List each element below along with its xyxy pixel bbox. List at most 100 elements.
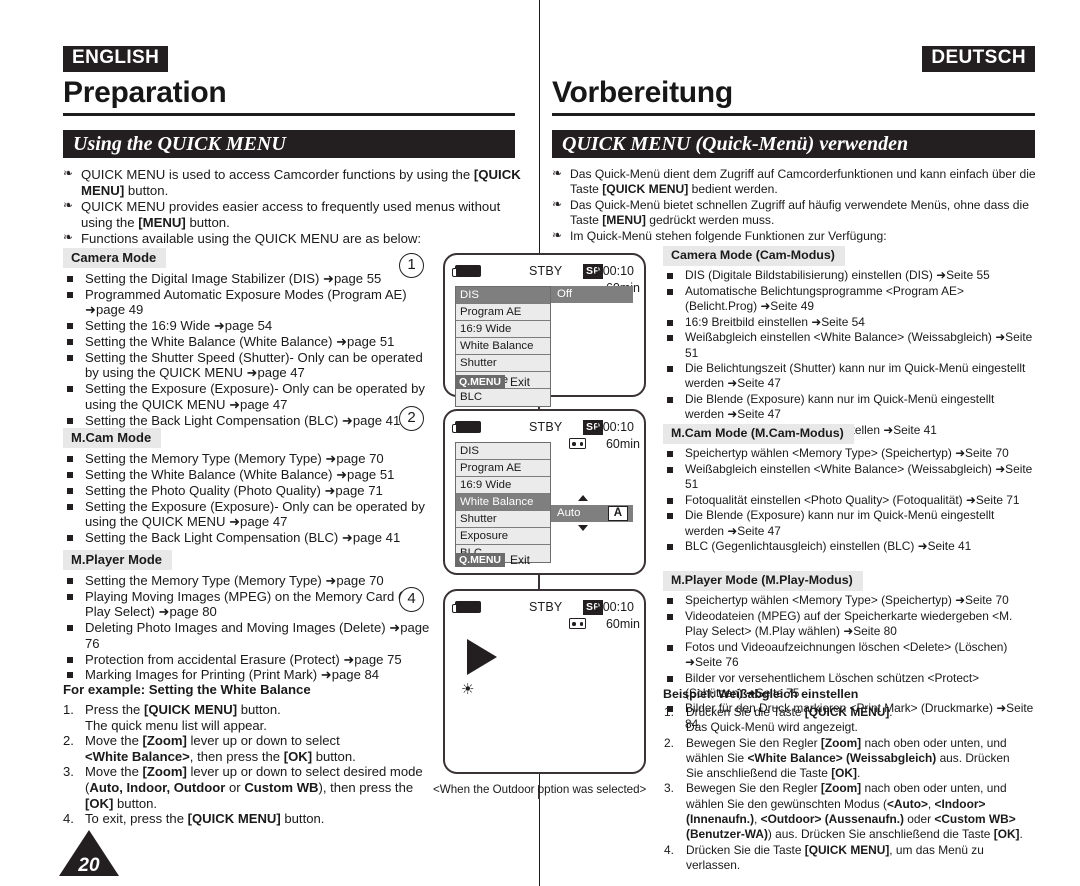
list-item: Die Blende (Exposure) kann nur im Quick-… bbox=[663, 508, 1035, 538]
callout-number-4: 4 bbox=[399, 587, 424, 612]
list-item-text: Setting the Memory Type (Memory Type) ➜p… bbox=[85, 451, 384, 466]
list-item-text: Setting the Digital Image Stabilizer (DI… bbox=[85, 271, 382, 286]
intro-item: ❧ Das Quick-Menü dient dem Zugriff auf C… bbox=[552, 166, 1037, 197]
step-item: 3. Bewegen Sie den Regler [Zoom] nach obe… bbox=[663, 781, 1041, 842]
quick-menu-item-shutter[interactable]: Shutter bbox=[456, 511, 550, 528]
list-item: DIS (Digitale Bildstabilisierung) einste… bbox=[663, 268, 1035, 283]
quick-menu-item-dis[interactable]: DIS bbox=[456, 287, 550, 304]
quick-menu-item-program-ae[interactable]: Program AE bbox=[456, 304, 550, 321]
list-item: Setting the Digital Image Stabilizer (DI… bbox=[63, 271, 431, 286]
diamond-bullet-icon: ❧ bbox=[63, 198, 74, 213]
qmenu-key-badge: Q.MENU bbox=[455, 552, 505, 567]
square-bullet-icon bbox=[667, 397, 673, 404]
step-text: Drücken Sie die Taste [QUICK MENU], um d… bbox=[686, 842, 984, 872]
timecode: 0:00:10 bbox=[592, 264, 634, 278]
quick-menu-item-16-9-wide[interactable]: 16:9 Wide bbox=[456, 477, 550, 494]
mode-heading-mplayer-english: M.Player Mode bbox=[63, 550, 173, 570]
square-bullet-icon bbox=[67, 417, 73, 424]
chapter-title-german: Vorbereitung bbox=[552, 76, 733, 109]
list-item: Marking Images for Printing (Print Mark)… bbox=[63, 667, 431, 682]
quick-menu-exit-hint: Q.MENU Exit bbox=[455, 551, 530, 569]
intro-text: QUICK MENU provides easier access to fre… bbox=[81, 199, 501, 230]
square-bullet-icon bbox=[67, 291, 73, 298]
intro-item: ❧ Functions available using the QUICK ME… bbox=[63, 230, 525, 247]
square-bullet-icon bbox=[67, 386, 73, 393]
square-bullet-icon bbox=[667, 544, 673, 551]
quick-menu-value-auto[interactable]: Auto A bbox=[551, 505, 633, 522]
step-number: 2. bbox=[664, 735, 674, 750]
lcd-screen-white-balance: STBY SP 0:00:10 60min DIS Program AE 16:… bbox=[443, 409, 646, 575]
square-bullet-icon bbox=[667, 675, 673, 682]
step-item: 4. Drücken Sie die Taste [QUICK MENU], um… bbox=[663, 843, 1041, 874]
recording-status: STBY bbox=[529, 420, 563, 434]
square-bullet-icon bbox=[67, 578, 73, 584]
list-item-text: Automatische Belichtungsprogramme <Progr… bbox=[685, 283, 964, 313]
square-bullet-icon bbox=[667, 497, 673, 504]
step-number: 4. bbox=[664, 842, 674, 857]
square-bullet-icon bbox=[67, 339, 73, 346]
quick-menu-item-blc[interactable]: BLC bbox=[456, 389, 550, 406]
step-item: 2. Move the [Zoom] lever up or down to se… bbox=[63, 733, 438, 764]
square-bullet-icon bbox=[667, 273, 673, 279]
list-item-text: Protection from accidental Erasure (Prot… bbox=[85, 651, 402, 667]
step-item: 1. Press the [QUICK MENU] button. The quic… bbox=[63, 702, 438, 733]
callout-number-2: 2 bbox=[399, 406, 424, 431]
list-item-text: Setting the White Balance (White Balance… bbox=[85, 466, 395, 482]
recording-status: STBY bbox=[529, 264, 563, 278]
list-item-text: Setting the Back Light Compensation (BLC… bbox=[85, 530, 401, 546]
white-balance-auto-chip: A bbox=[607, 506, 628, 521]
step-number: 4. bbox=[63, 811, 74, 827]
quick-menu-list[interactable]: DIS Program AE 16:9 Wide White Balance S… bbox=[455, 442, 551, 563]
language-tag-german: DEUTSCH bbox=[922, 46, 1035, 72]
quick-menu-exit-hint: Q.MENU Exit bbox=[455, 373, 530, 391]
step-item: 1. Drücken Sie die Taste [QUICK MENU]. Das… bbox=[663, 705, 1041, 736]
square-bullet-icon bbox=[667, 644, 673, 651]
quick-menu-item-16-9-wide[interactable]: 16:9 Wide bbox=[456, 321, 550, 338]
intro-item: ❧ QUICK MENU provides easier access to f… bbox=[63, 198, 525, 230]
quick-menu-item-shutter[interactable]: Shutter bbox=[456, 355, 550, 372]
list-item: Setting the Photo Quality (Photo Quality… bbox=[63, 483, 431, 498]
quick-menu-item-exposure[interactable]: Exposure bbox=[456, 528, 550, 545]
title-rule-german bbox=[552, 113, 1035, 116]
list-item-text: Programmed Automatic Exposure Modes (Pro… bbox=[85, 286, 407, 318]
square-bullet-icon bbox=[67, 471, 73, 478]
intro-text: Das Quick-Menü bietet schnellen Zugriff … bbox=[570, 198, 1029, 228]
square-bullet-icon bbox=[667, 598, 673, 604]
mode-heading-camera-german: Camera Mode (Cam-Modus) bbox=[663, 246, 845, 266]
mode-heading-mcam-english: M.Cam Mode bbox=[63, 428, 162, 448]
list-item: Setting the Shutter Speed (Shutter)- Onl… bbox=[63, 350, 431, 381]
intro-text: Im Quick-Menü stehen folgende Funktionen… bbox=[570, 229, 887, 244]
arrow-down-icon[interactable] bbox=[578, 525, 588, 531]
list-item-text: Deleting Photo Images and Moving Images … bbox=[85, 620, 430, 651]
section-banner-english: Using the QUICK MENU bbox=[63, 130, 515, 158]
quick-menu-item-program-ae[interactable]: Program AE bbox=[456, 460, 550, 477]
step-number: 1. bbox=[63, 702, 74, 717]
list-item-text: Setting the Exposure (Exposure)- Only ca… bbox=[85, 498, 425, 530]
intro-text: Functions available using the QUICK MENU… bbox=[81, 231, 422, 247]
square-bullet-icon bbox=[667, 288, 673, 295]
intro-list-english: ❧ QUICK MENU is used to access Camcorder… bbox=[63, 166, 525, 248]
list-item-text: Weißabgleich einstellen <White Balance> … bbox=[685, 330, 1033, 360]
list-item-text: Fotoqualität einstellen <Photo Quality> … bbox=[685, 492, 1020, 507]
quick-menu-item-white-balance[interactable]: White Balance bbox=[456, 338, 550, 355]
list-item-text: Die Belichtungszeit (Shutter) kann nur i… bbox=[685, 361, 1026, 391]
arrow-up-icon[interactable] bbox=[578, 495, 588, 501]
recording-status: STBY bbox=[529, 600, 563, 614]
quick-menu-item-white-balance[interactable]: White Balance bbox=[456, 494, 550, 511]
list-item: Die Blende (Exposure) kann nur im Quick-… bbox=[663, 392, 1035, 422]
list-item-text: BLC (Gegenlichtausgleich) einstellen (BL… bbox=[685, 539, 972, 554]
square-bullet-icon bbox=[67, 456, 73, 462]
quick-menu-item-dis[interactable]: DIS bbox=[456, 443, 550, 460]
list-item-text: Speichertyp wählen <Memory Type> (Speich… bbox=[685, 593, 1009, 607]
intro-text: QUICK MENU is used to access Camcorder f… bbox=[81, 167, 521, 198]
square-bullet-icon bbox=[667, 466, 673, 473]
list-item-text: Setting the Exposure (Exposure)- Only ca… bbox=[85, 381, 425, 412]
quick-menu-value-off[interactable]: Off bbox=[551, 286, 633, 303]
list-item: Setting the Exposure (Exposure)- Only ca… bbox=[63, 499, 431, 530]
list-item-text: Speichertyp wählen <Memory Type> (Speich… bbox=[685, 446, 1009, 460]
list-item: Setting the Back Light Compensation (BLC… bbox=[63, 530, 431, 545]
feature-list-mcam-german: Speichertyp wählen <Memory Type> (Speich… bbox=[663, 446, 1035, 555]
list-item-text: Setting the Memory Type (Memory Type) ➜p… bbox=[85, 573, 384, 588]
diamond-bullet-icon: ❧ bbox=[552, 166, 563, 180]
list-item: Setting the Back Light Compensation (BLC… bbox=[63, 413, 431, 428]
